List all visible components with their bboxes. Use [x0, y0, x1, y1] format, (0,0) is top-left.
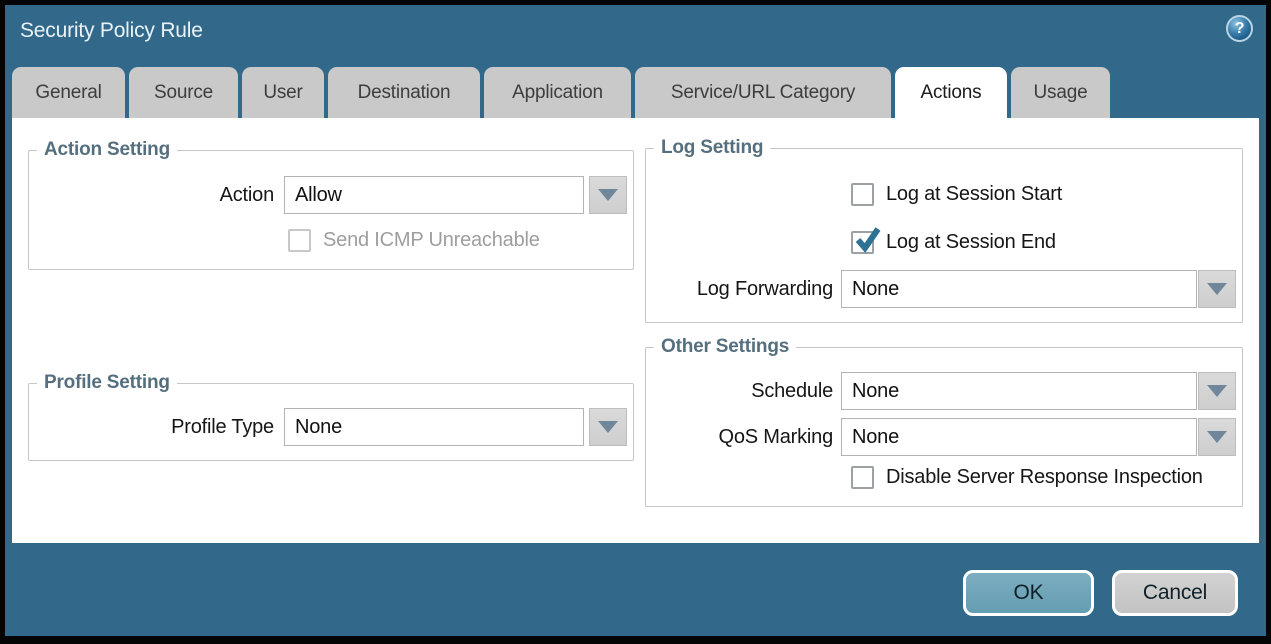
qos-marking-dropdown-button[interactable] [1198, 418, 1236, 456]
action-dropdown-button[interactable] [589, 176, 627, 214]
log-setting-group: Log Setting Log at Session Start Log at … [645, 148, 1243, 323]
log-at-session-start-checkbox[interactable] [851, 183, 874, 206]
tab-content-panel: Action Setting Action Allow Send ICMP Un… [12, 118, 1259, 543]
chevron-down-icon [1207, 283, 1227, 295]
other-settings-group: Other Settings Schedule None QoS Marking… [645, 347, 1243, 507]
profile-type-dropdown[interactable]: None [284, 408, 584, 446]
tab-actions[interactable]: Actions [895, 67, 1007, 118]
tab-bar: General Source User Destination Applicat… [12, 67, 1110, 118]
disable-server-response-inspection-checkbox[interactable] [851, 466, 874, 489]
tab-user[interactable]: User [242, 67, 324, 118]
checkmark-icon [852, 225, 882, 255]
cancel-button[interactable]: Cancel [1112, 570, 1238, 616]
dialog-title: Security Policy Rule [20, 19, 203, 43]
log-at-session-end-row: Log at Session End [851, 231, 1056, 254]
chevron-down-icon [1207, 431, 1227, 443]
log-at-session-end-label: Log at Session End [886, 231, 1056, 254]
profile-type-dropdown-button[interactable] [589, 408, 627, 446]
action-setting-legend: Action Setting [37, 139, 177, 161]
action-dropdown[interactable]: Allow [284, 176, 584, 214]
tab-usage[interactable]: Usage [1011, 67, 1110, 118]
chevron-down-icon [598, 189, 618, 201]
chevron-down-icon [1207, 385, 1227, 397]
log-at-session-start-row: Log at Session Start [851, 183, 1062, 206]
action-label: Action [29, 176, 274, 214]
log-forwarding-dropdown-button[interactable] [1198, 270, 1236, 308]
disable-server-response-inspection-label: Disable Server Response Inspection [886, 466, 1203, 489]
tab-application[interactable]: Application [484, 67, 631, 118]
log-forwarding-label: Log Forwarding [646, 270, 833, 308]
ok-button[interactable]: OK [963, 570, 1094, 616]
security-policy-rule-dialog: Security Policy Rule ? General Source Us… [5, 5, 1266, 636]
schedule-label: Schedule [646, 372, 833, 410]
qos-marking-dropdown[interactable]: None [841, 418, 1197, 456]
schedule-dropdown-button[interactable] [1198, 372, 1236, 410]
chevron-down-icon [598, 421, 618, 433]
log-at-session-end-checkbox[interactable] [851, 231, 874, 254]
profile-setting-group: Profile Setting Profile Type None [28, 383, 634, 461]
log-at-session-start-label: Log at Session Start [886, 183, 1062, 206]
other-settings-legend: Other Settings [654, 336, 796, 358]
schedule-dropdown[interactable]: None [841, 372, 1197, 410]
send-icmp-unreachable-label: Send ICMP Unreachable [323, 229, 540, 252]
send-icmp-unreachable-checkbox[interactable] [288, 229, 311, 252]
help-icon[interactable]: ? [1226, 15, 1253, 42]
tab-destination[interactable]: Destination [328, 67, 480, 118]
screen: Security Policy Rule ? General Source Us… [0, 0, 1271, 644]
send-icmp-unreachable-row: Send ICMP Unreachable [288, 229, 540, 252]
log-setting-legend: Log Setting [654, 137, 770, 159]
tab-source[interactable]: Source [129, 67, 238, 118]
log-forwarding-dropdown[interactable]: None [841, 270, 1197, 308]
tab-general[interactable]: General [12, 67, 125, 118]
profile-type-label: Profile Type [29, 408, 274, 446]
disable-server-response-inspection-row: Disable Server Response Inspection [851, 466, 1203, 489]
profile-setting-legend: Profile Setting [37, 372, 177, 394]
qos-marking-label: QoS Marking [646, 418, 833, 456]
action-setting-group: Action Setting Action Allow Send ICMP Un… [28, 150, 634, 270]
tab-service-url-category[interactable]: Service/URL Category [635, 67, 891, 118]
